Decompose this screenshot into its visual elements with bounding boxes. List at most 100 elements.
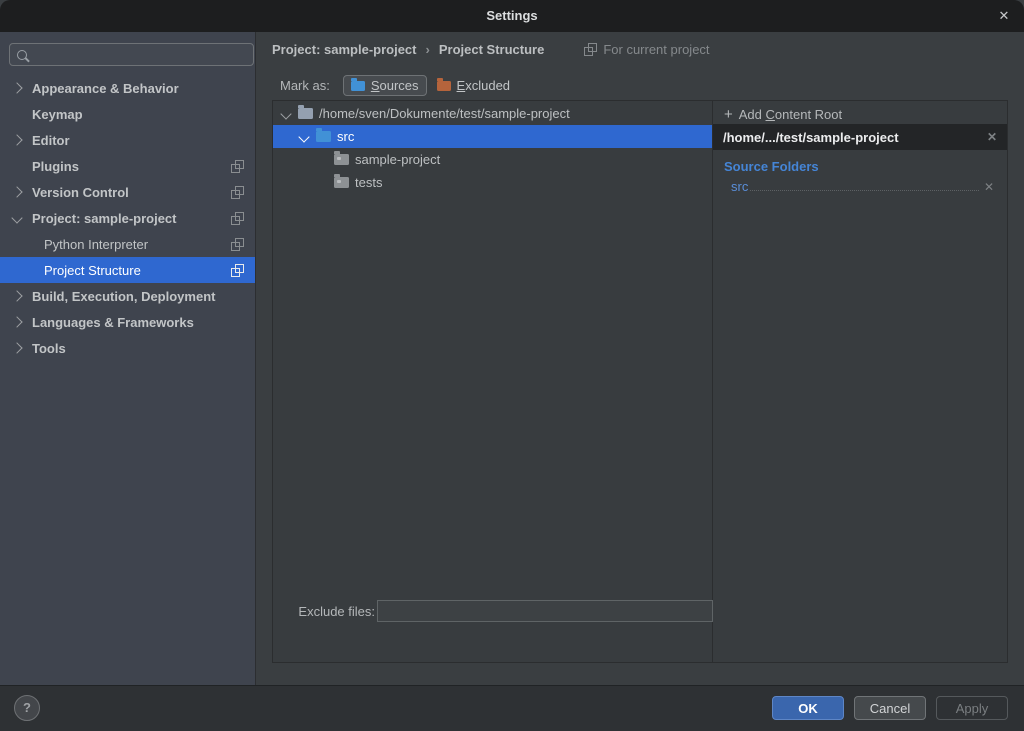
tree-row[interactable]: src [273, 125, 712, 148]
help-button[interactable]: ? [14, 695, 40, 721]
breadcrumb-project[interactable]: Project: sample-project [272, 42, 417, 57]
sidebar-item-label: Plugins [32, 159, 79, 174]
sidebar-item-list: Appearance & Behavior Keymap Editor Plug… [0, 75, 255, 361]
plus-icon: + [724, 106, 733, 123]
folder-icon [351, 81, 365, 91]
sidebar-item[interactable]: Project: sample-project [0, 205, 255, 231]
remove-content-root-icon[interactable]: ✕ [987, 130, 997, 144]
tree-row-label: /home/sven/Dokumente/test/sample-project [319, 106, 570, 121]
sidebar-item[interactable]: Project Structure [0, 257, 255, 283]
content-tree-pane: /home/sven/Dokumente/test/sample-project… [273, 101, 713, 662]
mark-as-toolbar: Mark as: Sources Excluded [272, 73, 520, 98]
chevron-icon [11, 290, 22, 301]
sidebar-item[interactable]: Keymap [0, 101, 255, 127]
settings-sidebar: Appearance & Behavior Keymap Editor Plug… [0, 32, 256, 686]
settings-search-box[interactable] [9, 43, 254, 66]
exclude-files-input[interactable] [377, 600, 713, 622]
sidebar-item-label: Build, Execution, Deployment [32, 289, 215, 304]
option-label: xcluded [465, 78, 510, 93]
chevron-icon [11, 134, 22, 145]
dotted-leader [750, 190, 979, 191]
window-title: Settings [0, 0, 1024, 32]
sidebar-item-label: Project: sample-project [32, 211, 177, 226]
apply-button: Apply [936, 696, 1008, 720]
add-content-root-button[interactable]: + Add Content Root [713, 104, 1007, 124]
folder-icon [334, 154, 349, 165]
content-root-row[interactable]: /home/.../test/sample-project ✕ [713, 124, 1007, 150]
add-root-text: ontent Root [775, 107, 842, 122]
folder-icon [316, 131, 331, 142]
breadcrumb-page: Project Structure [439, 42, 544, 57]
breadcrumb: Project: sample-project › Project Struct… [272, 40, 710, 58]
cancel-button[interactable]: Cancel [854, 696, 926, 720]
source-folder-item[interactable]: src ✕ [731, 179, 994, 194]
ok-button[interactable]: OK [772, 696, 844, 720]
sidebar-item[interactable]: Python Interpreter [0, 231, 255, 257]
content-roots-pane: + Add Content Root /home/.../test/sample… [713, 101, 1007, 662]
sidebar-item[interactable]: Languages & Frameworks [0, 309, 255, 335]
mark-as-label: Mark as: [280, 78, 330, 93]
source-folder-label: src [731, 179, 748, 194]
per-project-settings-icon [584, 43, 597, 56]
sidebar-item[interactable]: Version Control [0, 179, 255, 205]
remove-source-folder-icon[interactable]: ✕ [984, 180, 994, 194]
scope-label: For current project [603, 42, 709, 57]
tree-row-label: tests [355, 175, 382, 190]
title-bar: Settings ✕ [0, 0, 1024, 32]
tree-row[interactable]: tests [273, 171, 712, 194]
tree-row[interactable]: /home/sven/Dokumente/test/sample-project [273, 102, 712, 125]
sidebar-item-label: Keymap [32, 107, 83, 122]
chevron-icon[interactable] [280, 108, 291, 119]
directory-tree: /home/sven/Dokumente/test/sample-project… [273, 102, 712, 194]
breadcrumb-separator: › [426, 42, 430, 57]
close-icon[interactable]: ✕ [994, 0, 1014, 32]
search-icon [17, 50, 27, 60]
mark-as-options: Sources Excluded [343, 75, 520, 96]
footer-buttons: OK Cancel Apply [772, 696, 1008, 720]
chevron-icon [11, 212, 22, 223]
project-structure-panels: /home/sven/Dokumente/test/sample-project… [272, 100, 1008, 663]
source-folder-list: src ✕ [713, 179, 1007, 194]
folder-icon [437, 81, 451, 91]
sidebar-item[interactable]: Appearance & Behavior [0, 75, 255, 101]
tree-row-label: src [337, 129, 354, 144]
add-root-text: Add [739, 107, 766, 122]
dialog-footer: ? OK Cancel Apply [0, 685, 1024, 731]
sidebar-item-label: Languages & Frameworks [32, 315, 194, 330]
per-project-settings-icon [231, 212, 244, 225]
chevron-icon [11, 342, 22, 353]
tree-row-label: sample-project [355, 152, 440, 167]
chevron-icon[interactable] [298, 131, 309, 142]
mnemonic-letter: E [457, 78, 466, 93]
sidebar-item-label: Version Control [32, 185, 129, 200]
sidebar-item-label: Editor [32, 133, 70, 148]
chevron-icon [11, 82, 22, 93]
per-project-settings-icon [231, 264, 244, 277]
mnemonic-letter: S [371, 78, 380, 93]
sidebar-item[interactable]: Tools [0, 335, 255, 361]
sidebar-item[interactable]: Build, Execution, Deployment [0, 283, 255, 309]
scope-indicator: For current project [584, 42, 709, 57]
per-project-settings-icon [231, 238, 244, 251]
sidebar-item-label: Appearance & Behavior [32, 81, 179, 96]
folder-icon [298, 108, 313, 119]
sidebar-item[interactable]: Plugins [0, 153, 255, 179]
folder-icon [334, 177, 349, 188]
chevron-icon [11, 316, 22, 327]
exclude-files-label: Exclude files: [281, 604, 375, 619]
sidebar-item-label: Python Interpreter [44, 237, 148, 252]
option-label: ources [380, 78, 419, 93]
mnemonic-letter: C [766, 107, 775, 122]
sidebar-item-label: Project Structure [44, 263, 141, 278]
tree-row[interactable]: sample-project [273, 148, 712, 171]
settings-search-input[interactable] [32, 46, 253, 63]
mark-as-option-button[interactable]: Sources [343, 75, 427, 96]
source-folders-header: Source Folders [724, 159, 1007, 174]
per-project-settings-icon [231, 186, 244, 199]
chevron-icon [11, 186, 22, 197]
content-root-path: /home/.../test/sample-project [723, 130, 899, 145]
sidebar-item[interactable]: Editor [0, 127, 255, 153]
per-project-settings-icon [231, 160, 244, 173]
sidebar-item-label: Tools [32, 341, 66, 356]
mark-as-option-button[interactable]: Excluded [429, 75, 518, 96]
